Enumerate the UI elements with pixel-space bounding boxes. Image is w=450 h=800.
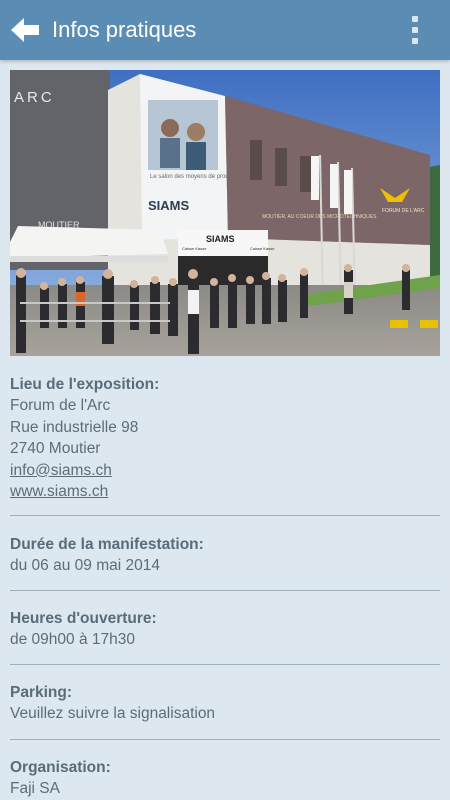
cashier-right-sign: Caisse Kasse [250,246,275,251]
kiosk-sign: SIAMS [206,234,235,244]
duree-value: du 06 au 09 mai 2014 [10,557,160,574]
building-sign: ARC [14,89,55,106]
heures-value: de 09h00 à 17h30 [10,631,135,648]
section-exposition: Lieu de l'exposition: Forum de l'Arc Rue… [10,374,440,503]
divider [10,590,440,591]
parking-value: Veuillez suivre la signalisation [10,705,216,722]
overflow-menu-icon [412,16,418,22]
overflow-menu-button[interactable] [406,16,424,44]
organisation-value: Faji SA [10,780,60,797]
wall-text: MOUTIER, AU COEUR DES MICROTECHNIQUES [262,214,377,220]
section-duree: Durée de la manifestation: du 06 au 09 m… [10,534,440,577]
parking-label: Parking: [10,684,73,701]
duree-label: Durée de la manifestation: [10,536,204,553]
divider [10,739,440,740]
section-heures: Heures d'ouverture: de 09h00 à 17h30 [10,608,440,651]
venue-sign: FORUM DE L'ARC [382,208,425,214]
page-title: Infos pratiques [52,17,197,42]
exposition-venue: Forum de l'Arc [10,397,111,414]
website-link[interactable]: www.siams.ch [10,483,108,500]
exposition-city: 2740 Moutier [10,440,101,457]
banner-brand: SIAMS [148,198,190,213]
email-link[interactable]: info@siams.ch [10,462,112,479]
exposition-street: Rue industrielle 98 [10,418,139,436]
organisation-label: Organisation: [10,759,111,776]
divider [10,515,440,516]
divider [10,664,440,665]
cashier-left-sign: Caisse Kasse [182,246,207,251]
section-parking: Parking: Veuillez suivre la signalisatio… [10,682,440,725]
heures-label: Heures d'ouverture: [10,610,157,627]
back-arrow-icon [11,18,39,42]
exposition-label: Lieu de l'exposition: [10,376,160,393]
venue-photo-illustration: ARC MOUTIER Le salon des moyens de produ… [10,70,440,356]
back-button[interactable] [10,16,42,44]
app-bar: Infos pratiques [0,0,450,60]
section-organisation: Organisation: Faji SA [10,757,440,800]
venue-photo: ARC MOUTIER Le salon des moyens de produ… [10,70,440,356]
